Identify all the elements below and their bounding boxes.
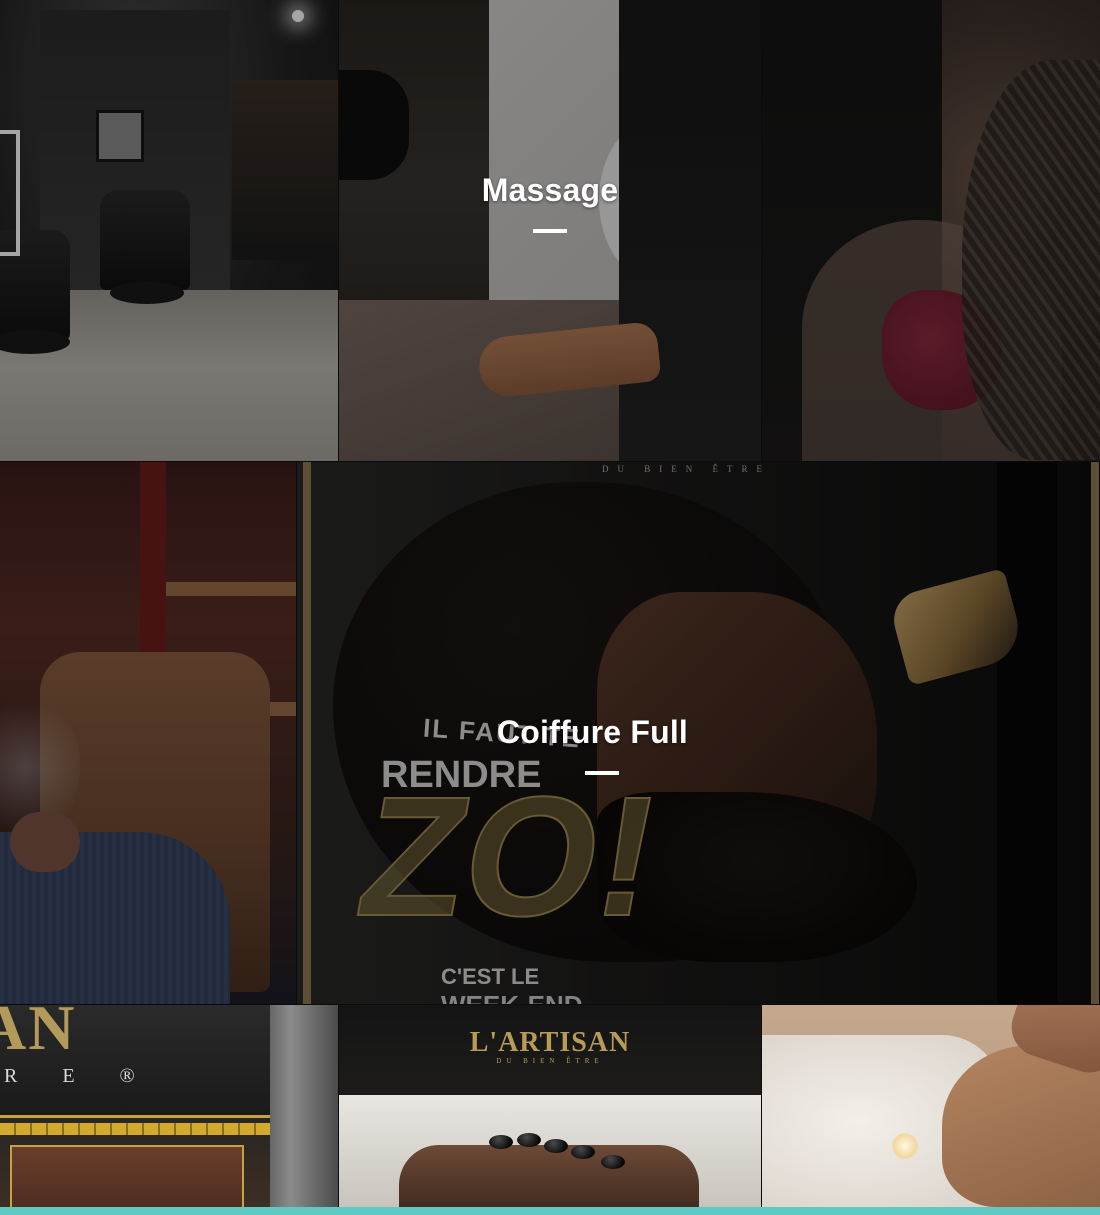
candle <box>892 1133 918 1159</box>
accent-border <box>0 1207 1100 1215</box>
measuring-tape <box>0 1123 290 1135</box>
tile-shade <box>0 0 338 461</box>
hot-stone <box>571 1145 595 1159</box>
tile-caption: Coiffure Full <box>497 714 1100 775</box>
title-underline <box>585 771 619 775</box>
tile-caption: Massage <box>339 172 761 233</box>
gallery-tile-braids[interactable] <box>762 0 1100 461</box>
logo-name: L'ARTISAN <box>469 1027 631 1058</box>
gallery-tile-shop-front[interactable]: AN R E ® <box>0 1005 338 1207</box>
tile-shade <box>0 462 296 1004</box>
sign-sub: R E ® <box>4 1065 155 1087</box>
tile-title: Coiffure Full <box>497 714 689 750</box>
tile-shade <box>762 0 1100 461</box>
gallery-tile-hot-stones[interactable]: L'ARTISAN DU BIEN ÊTRE <box>339 1005 761 1207</box>
gallery-tile-spa-massage[interactable] <box>762 1005 1100 1207</box>
shop-sign: AN R E ® <box>0 1005 270 1118</box>
gallery-tile-cigar-lounge[interactable] <box>0 462 296 1004</box>
hot-stone <box>544 1139 568 1153</box>
logo-sub: DU BIEN ÊTRE <box>496 1057 604 1065</box>
gallery-tile-salon-interior[interactable] <box>0 0 338 461</box>
sign-name: AN <box>0 1005 77 1063</box>
gallery-tile-coiffure-full[interactable]: DU BIEN ÊTRE IL FAUT TE RENDRE ZO! C'EST… <box>297 462 1100 1004</box>
artisan-logo: L'ARTISAN DU BIEN ÊTRE <box>339 1027 761 1065</box>
title-underline <box>533 229 567 233</box>
hot-stone <box>517 1133 541 1147</box>
services-gallery: Massage DU BIEN ÊTRE IL FAUT TE RENDRE Z… <box>0 0 1100 1215</box>
hot-stone <box>601 1155 625 1169</box>
client-back <box>399 1145 699 1207</box>
gallery-tile-massage[interactable]: Massage <box>339 0 761 461</box>
glass-door <box>270 1005 338 1207</box>
hot-stone <box>489 1135 513 1149</box>
gold-box <box>10 1145 244 1207</box>
tile-title: Massage <box>481 172 619 208</box>
